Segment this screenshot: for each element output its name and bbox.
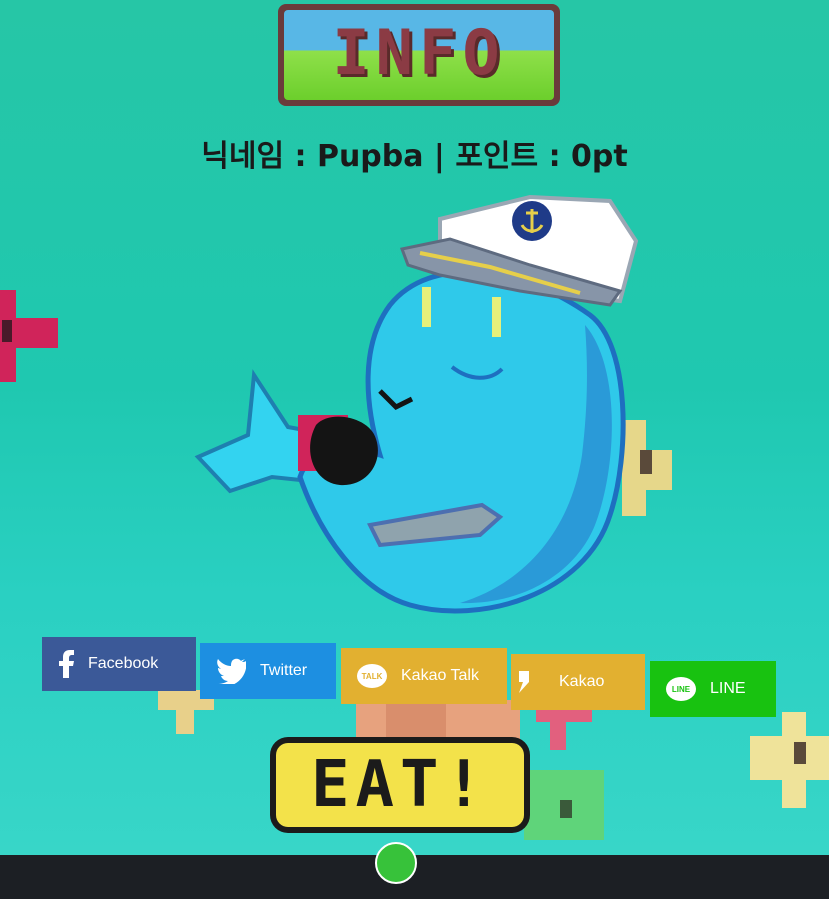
user-info-line: 닉네임 : Pupba | 포인트 : 0pt xyxy=(201,139,628,174)
kakao-talk-label: Kakao Talk xyxy=(401,667,479,684)
twitter-label: Twitter xyxy=(260,662,308,679)
whale-sailor-character xyxy=(190,194,640,625)
twitter-share-button[interactable]: Twitter xyxy=(200,643,336,699)
eat-button[interactable]: EAT! xyxy=(270,737,530,833)
green-app-icon[interactable] xyxy=(375,842,417,884)
pixel-decoration-yellow-bottom xyxy=(750,712,829,808)
facebook-icon xyxy=(58,650,74,678)
pixel-decoration-green xyxy=(524,770,604,840)
line-share-button[interactable]: LINE LINE xyxy=(650,661,776,717)
line-label: LINE xyxy=(710,680,746,697)
line-icon: LINE xyxy=(666,677,696,701)
game-screen: INFO 닉네임 : Pupba | 포인트 : 0pt Facebook Tw… xyxy=(0,0,829,855)
kakao-talk-icon: TALK xyxy=(357,664,387,688)
info-banner: INFO xyxy=(278,4,560,106)
kakao-share-button[interactable]: Kakao xyxy=(511,654,645,710)
facebook-share-button[interactable]: Facebook xyxy=(42,637,196,691)
kakao-story-icon xyxy=(517,671,529,693)
eat-label: EAT! xyxy=(276,743,524,827)
info-title: INFO xyxy=(332,16,506,89)
kakao-label: Kakao xyxy=(559,673,605,690)
pixel-decoration-red xyxy=(0,290,58,382)
kakao-talk-share-button[interactable]: TALK Kakao Talk xyxy=(341,648,507,704)
twitter-icon xyxy=(216,658,246,684)
facebook-label: Facebook xyxy=(88,655,159,672)
